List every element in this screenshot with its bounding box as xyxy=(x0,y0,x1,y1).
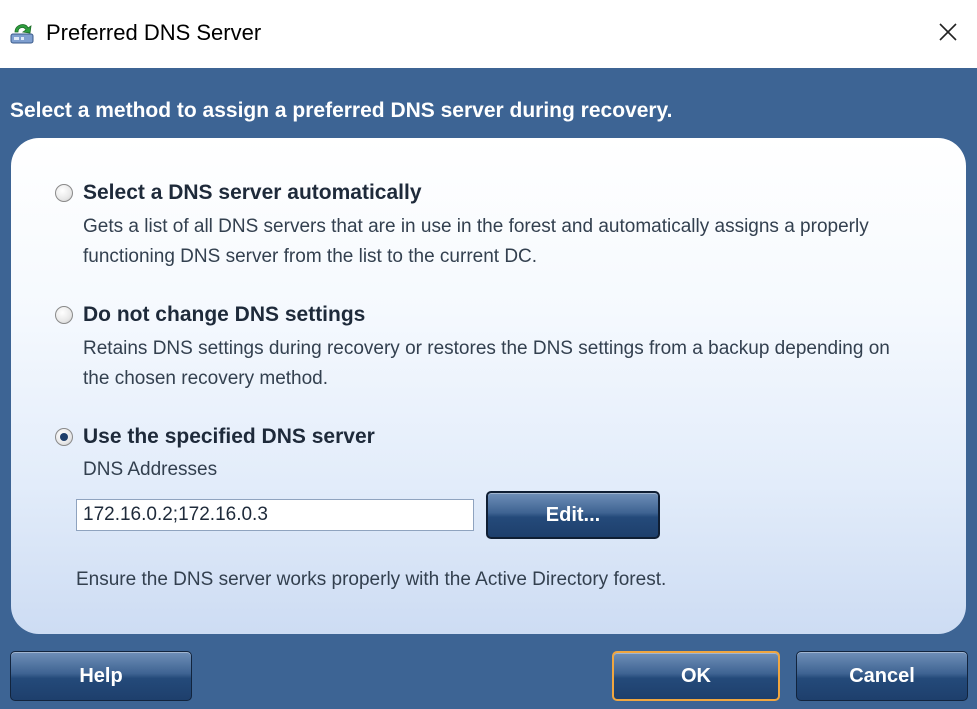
radio-no-change-row[interactable]: Do not change DNS settings xyxy=(55,302,903,328)
radio-no-change[interactable] xyxy=(55,306,73,324)
dialog-window: Preferred DNS Server Select a method to … xyxy=(0,0,977,709)
close-icon xyxy=(939,23,957,41)
radio-specified-row[interactable]: Use the specified DNS server xyxy=(55,424,375,450)
radio-specified[interactable] xyxy=(55,428,73,446)
option-no-change: Do not change DNS settings Retains DNS s… xyxy=(55,302,903,394)
dns-server-icon xyxy=(10,24,34,44)
option-no-change-description: Retains DNS settings during recovery or … xyxy=(83,338,890,389)
radio-auto-row[interactable]: Select a DNS server automatically xyxy=(55,180,903,206)
dialog-body: Select a method to assign a preferred DN… xyxy=(0,68,977,709)
option-auto: Select a DNS server automatically Gets a… xyxy=(55,180,903,272)
help-button[interactable]: Help xyxy=(10,651,192,701)
option-specified-title: Use the specified DNS server xyxy=(83,425,375,448)
option-auto-description: Gets a list of all DNS servers that are … xyxy=(83,216,869,267)
dns-address-row: Edit... xyxy=(76,491,660,539)
dns-note: Ensure the DNS server works properly wit… xyxy=(76,569,667,590)
dns-addresses-label: DNS Addresses xyxy=(83,459,218,480)
cancel-button[interactable]: Cancel xyxy=(796,651,968,701)
close-button[interactable] xyxy=(919,0,977,64)
option-specified: Use the specified DNS server DNS Address… xyxy=(55,424,375,484)
title-bar: Preferred DNS Server xyxy=(0,0,977,68)
options-panel: Select a DNS server automatically Gets a… xyxy=(11,138,966,634)
edit-button[interactable]: Edit... xyxy=(486,491,660,539)
instruction-heading: Select a method to assign a preferred DN… xyxy=(10,99,673,122)
ok-button[interactable]: OK xyxy=(612,651,780,701)
dns-addresses-input[interactable] xyxy=(76,499,474,531)
option-no-change-title: Do not change DNS settings xyxy=(83,303,366,326)
window-title: Preferred DNS Server xyxy=(46,20,262,45)
radio-auto[interactable] xyxy=(55,184,73,202)
option-auto-title: Select a DNS server automatically xyxy=(83,181,422,204)
